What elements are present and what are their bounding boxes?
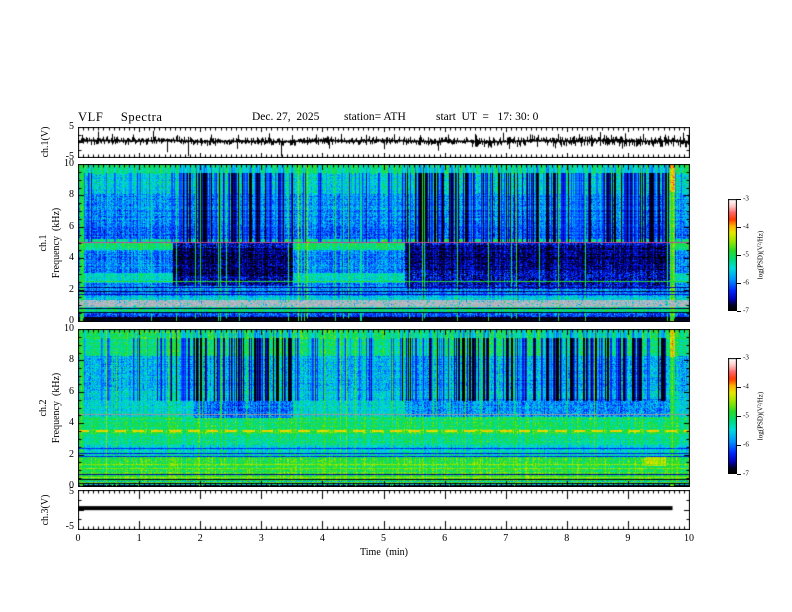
x-tick-label: 7 (503, 533, 509, 544)
colorbar-tick-label: -7 (743, 306, 749, 315)
spec1-y-tick-label: 8 (69, 189, 74, 201)
x-tick-label: 3 (258, 533, 264, 544)
spec1-y-tick-label: 4 (69, 252, 74, 264)
spec2-channel-label: ch.2 (38, 399, 49, 417)
x-tick-label: 9 (625, 533, 631, 544)
ch3-y-tick-label: 5 (69, 486, 74, 497)
colorbar1-label: log(PSD)(V²/Hz) (756, 230, 765, 280)
x-tick-label: 4 (319, 533, 325, 544)
colorbar-tick-label: -6 (743, 278, 749, 287)
colorbar-tick-label: -7 (743, 469, 749, 478)
plot-start-ut: start UT = 17: 30: 0 (436, 111, 539, 123)
x-tick-label: 5 (381, 533, 386, 544)
x-tick-label: 6 (442, 533, 448, 544)
colorbar-tick-label: -4 (743, 382, 749, 391)
colorbar-ch1 (728, 199, 737, 311)
colorbar-tick-label: -5 (743, 250, 749, 259)
colorbar-tick (737, 474, 741, 475)
spec2-y-tick-label: 4 (69, 417, 74, 429)
spec1-y-tick-label: 10 (64, 158, 74, 169)
ch3-waveform-plot (78, 490, 690, 530)
x-tick-label: 8 (564, 533, 570, 544)
spec1-y-tick-label: 2 (69, 283, 74, 295)
colorbar-tick (737, 311, 741, 312)
spec2-y-tick-label: 6 (69, 385, 74, 397)
plot-station: station= ATH (344, 111, 406, 123)
ch3-y-tick-label: -5 (65, 521, 74, 532)
colorbar-tick (737, 445, 741, 446)
colorbar-tick-label: -4 (743, 222, 749, 231)
colorbar-tick (737, 255, 741, 256)
x-tick-label: 0 (75, 533, 81, 544)
ch3-voltage-axis-label: ch.3(V) (40, 494, 51, 526)
colorbar-ch2 (728, 358, 737, 474)
plot-title: VLF Spectra (78, 110, 163, 124)
x-tick-label: 2 (197, 533, 203, 544)
spec2-y-tick-label: 8 (69, 354, 74, 366)
plot-date: Dec. 27, 2025 (252, 111, 320, 123)
colorbar-tick (737, 283, 741, 284)
spec2-y-tick-label: 10 (64, 323, 74, 334)
colorbar-tick (737, 416, 741, 417)
ch2-spectrogram (78, 329, 690, 487)
ch1-y-tick-label: 5 (69, 121, 74, 132)
colorbar-tick-label: -5 (743, 411, 749, 420)
ch1-spectrogram (78, 164, 690, 322)
colorbar-tick-label: -6 (743, 440, 749, 449)
spec1-channel-label: ch.1 (38, 234, 49, 252)
colorbar2-label: log(PSD)(V²/Hz) (756, 391, 765, 441)
spec2-y-tick-label: 2 (69, 448, 74, 460)
colorbar-tick (737, 358, 741, 359)
spec2-frequency-axis-label: Frequency (kHz) (51, 372, 62, 444)
spec1-y-tick-label: 6 (69, 220, 74, 232)
colorbar-tick-label: -3 (743, 194, 749, 203)
colorbar-tick (737, 199, 741, 200)
x-tick-label: 1 (136, 533, 142, 544)
time-axis-label: Time (min) (360, 547, 408, 558)
spec1-frequency-axis-label: Frequency (kHz) (51, 207, 62, 279)
colorbar-tick (737, 227, 741, 228)
colorbar-tick-label: -3 (743, 353, 749, 362)
colorbar-tick (737, 387, 741, 388)
x-tick-label: 10 (684, 533, 694, 544)
vlf-spectra-plot: VLF Spectra Dec. 27, 2025 station= ATH s… (0, 0, 792, 612)
ch1-waveform-plot (78, 127, 690, 158)
